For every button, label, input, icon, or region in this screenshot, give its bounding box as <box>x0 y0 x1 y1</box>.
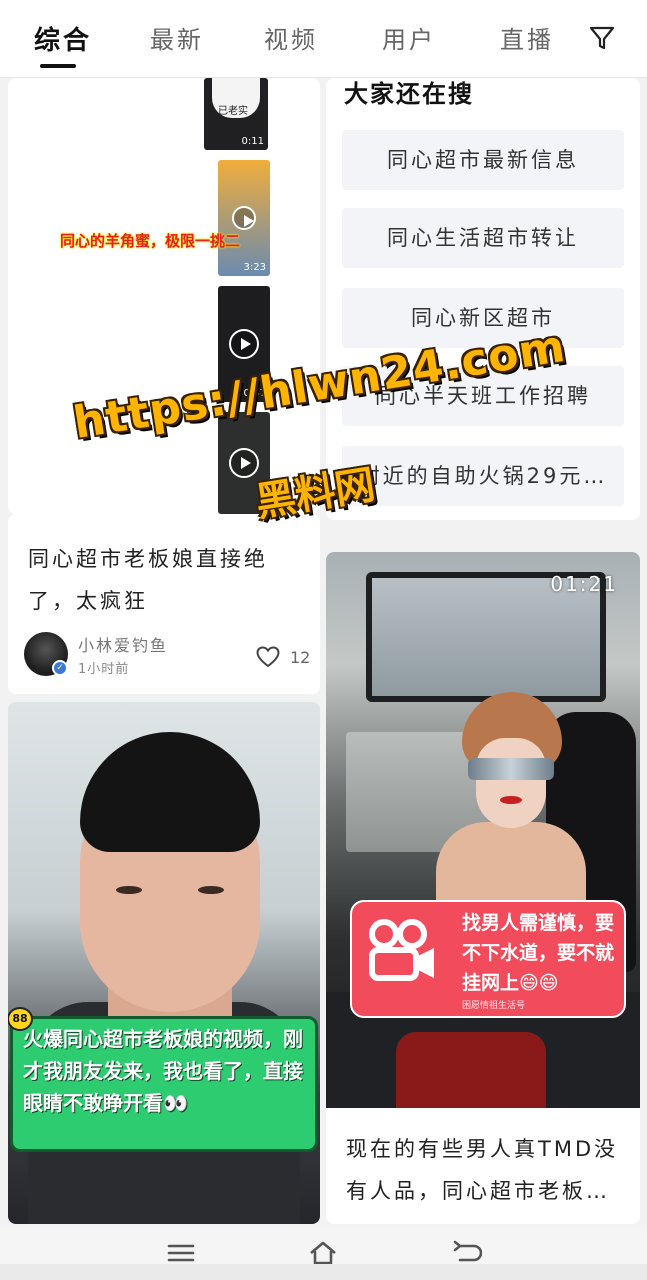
cover-figure-eye <box>116 886 142 894</box>
related-searches-card: 大家还在搜 同心超市最新信息 同心生活超市转让 同心新区超市 同心半天班工作招聘… <box>326 78 640 520</box>
video-thumbnail[interactable]: 已老实 0:11 <box>204 78 268 150</box>
filter-icon[interactable] <box>588 24 616 52</box>
related-search-item[interactable]: 附近的自助火锅29元… <box>342 446 624 506</box>
heart-icon[interactable] <box>256 646 280 668</box>
active-tab-indicator <box>40 64 76 68</box>
man-video-card[interactable]: 88 火爆同心超市老板娘的视频，刚才我朋友发来，我也看了，直接眼睛不敢睁开看👀 <box>8 702 320 1224</box>
video-caption-bubble: 88 火爆同心超市老板娘的视频，刚才我朋友发来，我也看了，直接眼睛不敢睁开看👀 <box>8 1007 318 1152</box>
related-search-item[interactable]: 同心生活超市转让 <box>342 208 624 268</box>
sticker-text: 已老实 <box>218 106 248 117</box>
related-search-item[interactable]: 同心超市最新信息 <box>342 130 624 190</box>
video-cover: 01:21 找男人需谨慎，要不下水道，要不就挂网上😄😄 困愿情祖生活号 <box>326 552 640 1108</box>
top-tab-bar: 综合 最新 视频 用户 直播 <box>0 0 647 78</box>
video-caption: 同心的羊角蜜，极限一挑二 <box>60 232 241 250</box>
video-camera-icon <box>369 919 434 981</box>
video-caption-bubble: 找男人需谨慎，要不下水道，要不就挂网上😄😄 困愿情祖生活号 <box>350 900 626 1018</box>
cover-lips <box>500 796 522 804</box>
video-caption-text: 火爆同心超市老板娘的视频，刚才我朋友发来，我也看了，直接眼睛不敢睁开看👀 <box>23 1027 303 1115</box>
video-caption-source: 困愿情祖生活号 <box>462 1001 526 1011</box>
verified-badge-icon: ✓ <box>52 660 68 676</box>
related-searches-heading: 大家还在搜 <box>344 80 474 108</box>
like-count: 12 <box>290 648 311 667</box>
post-card[interactable]: 同心超市老板娘直接绝了，太疯狂 ✓ 小林爱钓鱼 1小时前 12 <box>8 514 320 694</box>
navigation-bar-bottom-edge <box>0 1264 647 1280</box>
video-thumbnails-card[interactable]: 已老实 0:11 3:23 0:47 同心的羊角蜜，极限一挑二 <box>8 78 320 514</box>
tab-latest[interactable]: 最新 <box>150 20 204 55</box>
post-title[interactable]: 同心超市老板娘直接绝了，太疯狂 <box>28 538 298 622</box>
cover-figure-eye <box>198 886 224 894</box>
post-title[interactable]: 现在的有些男人真TMD没有人品，同心超市老板… <box>346 1128 626 1212</box>
cover-sunglasses <box>468 758 554 780</box>
play-icon <box>232 206 256 230</box>
tab-video[interactable]: 视频 <box>264 20 318 55</box>
video-caption-text: 找男人需谨慎，要不下水道，要不就挂网上😄😄 <box>462 912 615 994</box>
thumbnail-duration: 3:23 <box>243 262 266 273</box>
play-icon <box>229 329 259 359</box>
thumbnail-duration: 0:11 <box>241 136 264 147</box>
video-thumbnail[interactable]: 3:23 <box>218 160 270 276</box>
video-duration: 01:21 <box>550 572 618 596</box>
post-time: 1小时前 <box>78 662 130 677</box>
woman-video-card[interactable]: 01:21 找男人需谨慎，要不下水道，要不就挂网上😄😄 困愿情祖生活号 现在的有… <box>326 552 640 1224</box>
bubble-badge-icon: 88 <box>8 1007 33 1031</box>
cover-figure-face <box>476 738 546 828</box>
author-name[interactable]: 小林爱钓鱼 <box>78 632 168 656</box>
cover-cup <box>396 1032 546 1108</box>
tab-comprehensive[interactable]: 综合 <box>34 20 92 57</box>
tab-users[interactable]: 用户 <box>382 20 436 55</box>
tab-live[interactable]: 直播 <box>500 20 554 55</box>
